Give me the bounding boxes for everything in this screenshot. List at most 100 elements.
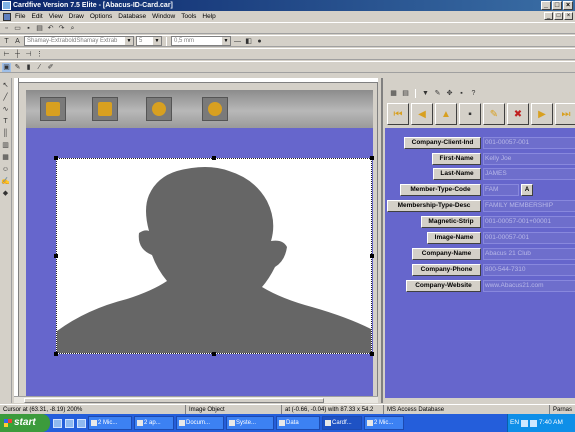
resize-handle[interactable] bbox=[370, 254, 374, 258]
pencil-icon[interactable]: ✎ bbox=[13, 63, 22, 72]
document-icon[interactable] bbox=[3, 12, 11, 21]
resize-handle[interactable] bbox=[212, 352, 216, 356]
undo-icon[interactable]: ↶ bbox=[46, 24, 55, 33]
db-view-icon[interactable]: ▦ bbox=[389, 89, 398, 98]
open-icon[interactable]: ▭ bbox=[13, 24, 22, 33]
task-button[interactable]: 2 Mic... bbox=[364, 416, 404, 430]
line-tool-icon[interactable]: ╱ bbox=[1, 93, 10, 102]
resize-handle[interactable] bbox=[54, 254, 58, 258]
task-button[interactable]: Data bbox=[276, 416, 320, 430]
layout-icon[interactable]: ▣ bbox=[2, 62, 11, 72]
menu-draw[interactable]: Draw bbox=[68, 13, 89, 20]
db-save-icon[interactable]: ▪ bbox=[457, 89, 466, 98]
db-move-icon[interactable]: ✥ bbox=[445, 89, 454, 98]
header-icon-4[interactable] bbox=[202, 97, 228, 121]
lock-icon[interactable]: ▮ bbox=[24, 63, 33, 72]
task-button-active[interactable]: Cardf... bbox=[322, 416, 362, 430]
field-value-last-name[interactable]: JAMES bbox=[483, 168, 575, 180]
menu-file[interactable]: File bbox=[14, 13, 30, 20]
db-filter-icon[interactable]: ▼ bbox=[421, 89, 430, 98]
mdi-close-button[interactable]: × bbox=[564, 12, 573, 20]
signature-tool-icon[interactable]: ✍ bbox=[1, 177, 10, 186]
previous-record-icon[interactable]: ◀ bbox=[411, 103, 433, 125]
next-record-icon[interactable]: ▶ bbox=[531, 103, 553, 125]
edit-record-icon[interactable]: ✎ bbox=[483, 103, 505, 125]
font-name-select[interactable]: Shamay-ExtraboldShamay Extrab ▼ bbox=[24, 36, 134, 46]
field-value-membership-type-desc[interactable]: FAMILY MEMBERSHIP bbox=[483, 200, 575, 212]
task-button[interactable]: Syste... bbox=[226, 416, 274, 430]
field-value-member-type-code[interactable]: FAM bbox=[483, 184, 519, 196]
save-icon[interactable]: ▪ bbox=[24, 24, 33, 33]
db-edit-icon[interactable]: ✎ bbox=[433, 89, 442, 98]
lookup-button[interactable]: A bbox=[521, 184, 533, 196]
shape-tool-icon[interactable]: ◆ bbox=[1, 189, 10, 198]
id-card-design[interactable] bbox=[26, 90, 374, 400]
tray-icon[interactable] bbox=[530, 419, 538, 427]
menu-database[interactable]: Database bbox=[117, 13, 151, 20]
text-tool-icon[interactable]: T bbox=[1, 117, 10, 126]
wand-icon[interactable]: ⁄ bbox=[35, 63, 44, 72]
field-value-company-phone[interactable]: 800-544-7310 bbox=[483, 264, 575, 276]
fill-color-icon[interactable]: ◧ bbox=[244, 37, 253, 46]
app-icon[interactable] bbox=[2, 1, 11, 10]
print-icon[interactable]: ▤ bbox=[35, 24, 44, 33]
menu-view[interactable]: View bbox=[48, 13, 68, 20]
pen-icon[interactable]: ✐ bbox=[46, 63, 55, 72]
redo-icon[interactable]: ↷ bbox=[57, 24, 66, 33]
photo-tool-icon[interactable]: ☺ bbox=[1, 165, 10, 174]
quicklaunch-icon[interactable] bbox=[53, 418, 62, 428]
field-value-image-name[interactable]: 001-00057-001 bbox=[483, 232, 575, 244]
field-value-company-website[interactable]: www.Abacus21.com bbox=[483, 280, 575, 292]
resize-handle[interactable] bbox=[212, 156, 216, 160]
photo-image-object[interactable] bbox=[54, 156, 374, 356]
quicklaunch-icon[interactable] bbox=[65, 418, 74, 428]
menu-options[interactable]: Options bbox=[89, 13, 117, 20]
card-header-band[interactable] bbox=[26, 90, 373, 128]
font-size-select[interactable]: 5 ▼ bbox=[136, 36, 162, 46]
header-icon-3[interactable] bbox=[146, 97, 172, 121]
barcode-tool-icon[interactable]: ║ bbox=[1, 129, 10, 138]
first-record-icon[interactable]: ⏮ bbox=[387, 103, 409, 125]
save-record-icon[interactable]: ▪ bbox=[459, 103, 481, 125]
menu-tools[interactable]: Tools bbox=[180, 13, 201, 20]
add-record-icon[interactable]: ▲ bbox=[435, 103, 457, 125]
close-button[interactable]: × bbox=[563, 1, 573, 10]
header-icon-2[interactable] bbox=[92, 97, 118, 121]
task-button[interactable]: Docum... bbox=[176, 416, 224, 430]
mdi-restore-button[interactable]: □ bbox=[554, 12, 563, 20]
task-button[interactable]: 2 ap... bbox=[134, 416, 174, 430]
tray-icon[interactable] bbox=[521, 419, 529, 427]
delete-record-icon[interactable]: ✖ bbox=[507, 103, 529, 125]
line-color-icon[interactable]: — bbox=[233, 37, 242, 46]
task-button[interactable]: 2 Mic... bbox=[88, 416, 132, 430]
scrollbar-thumb[interactable] bbox=[24, 398, 324, 403]
resize-handle[interactable] bbox=[54, 156, 58, 160]
menu-window[interactable]: Window bbox=[151, 13, 180, 20]
align-left-icon[interactable]: ⊢ bbox=[2, 50, 11, 59]
field-value-company-name[interactable]: Abacus 21 Club bbox=[483, 248, 575, 260]
magstripe-tool-icon[interactable]: ▥ bbox=[1, 141, 10, 150]
start-button[interactable]: start bbox=[0, 414, 50, 432]
curve-tool-icon[interactable]: ∿ bbox=[1, 105, 10, 114]
text-tool-icon[interactable]: T bbox=[2, 37, 11, 46]
header-icon-1[interactable] bbox=[40, 97, 66, 121]
last-record-icon[interactable]: ⏭ bbox=[555, 103, 575, 125]
distribute-icon[interactable]: ⋮ bbox=[35, 50, 44, 59]
minimize-button[interactable]: _ bbox=[541, 1, 551, 10]
field-value-company-client-ind[interactable]: 001-00057-001 bbox=[483, 137, 575, 149]
new-icon[interactable]: ▫ bbox=[2, 24, 11, 33]
field-value-first-name[interactable]: Kelly Joe bbox=[483, 153, 575, 165]
line-width-select[interactable]: 0,5 mm ▼ bbox=[171, 36, 231, 46]
menu-edit[interactable]: Edit bbox=[30, 13, 47, 20]
maximize-button[interactable]: □ bbox=[552, 1, 562, 10]
resize-handle[interactable] bbox=[54, 352, 58, 356]
bulb-icon[interactable]: ● bbox=[255, 37, 264, 46]
font-icon[interactable]: A bbox=[13, 37, 22, 46]
align-right-icon[interactable]: ⊣ bbox=[24, 50, 33, 59]
menu-help[interactable]: Help bbox=[201, 13, 220, 20]
language-indicator[interactable]: EN bbox=[510, 414, 519, 432]
db-query-icon[interactable]: ? bbox=[469, 89, 478, 98]
quicklaunch-icon[interactable] bbox=[77, 418, 86, 428]
resize-handle[interactable] bbox=[370, 352, 374, 356]
db-table-icon[interactable]: ▤ bbox=[401, 89, 410, 98]
